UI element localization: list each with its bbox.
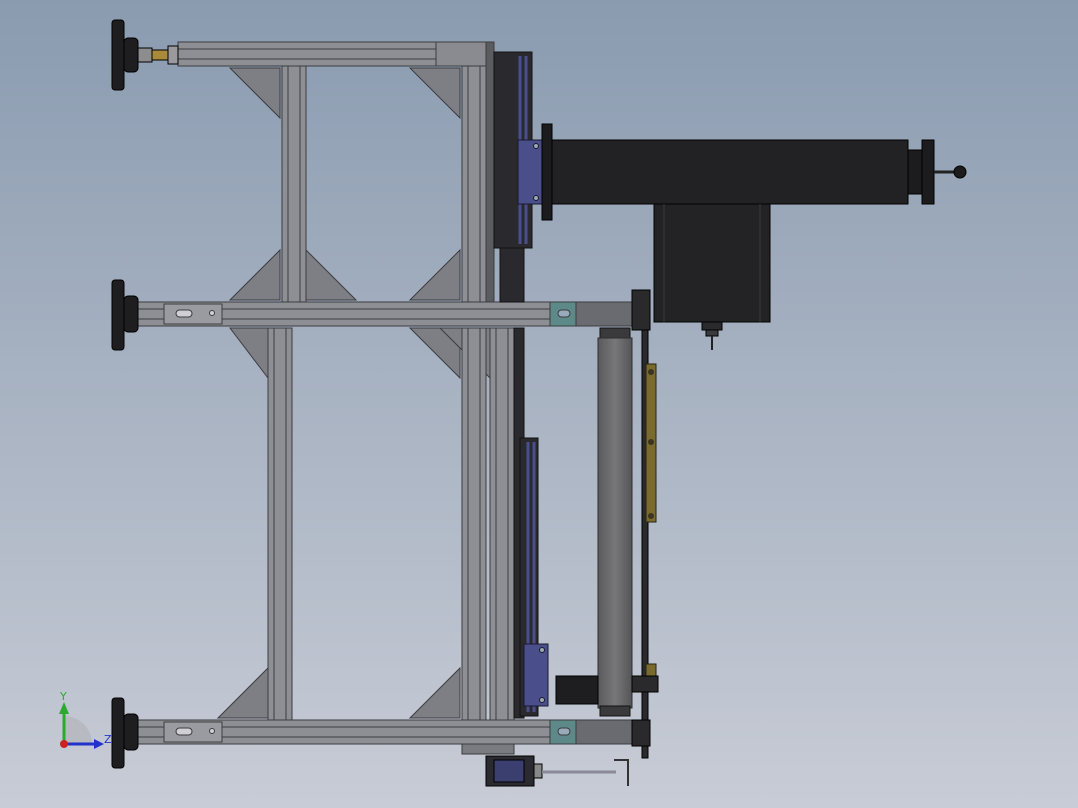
z-axis-label: Z <box>104 733 112 746</box>
handwheel[interactable] <box>921 139 935 205</box>
model-canvas[interactable]: Y Z <box>0 0 1078 808</box>
y-axis-label: Y <box>59 690 67 703</box>
handwheel-knob[interactable] <box>953 165 967 179</box>
bearing-block-upper[interactable] <box>517 139 543 205</box>
origin-dot <box>60 740 68 748</box>
top-rail[interactable] <box>177 41 489 67</box>
roller[interactable] <box>597 337 633 709</box>
bearing-block-lower[interactable] <box>523 643 549 707</box>
middle-rail[interactable] <box>113 301 633 327</box>
roller-drive[interactable] <box>555 675 599 705</box>
cad-viewport[interactable]: Y Z <box>0 0 1078 808</box>
